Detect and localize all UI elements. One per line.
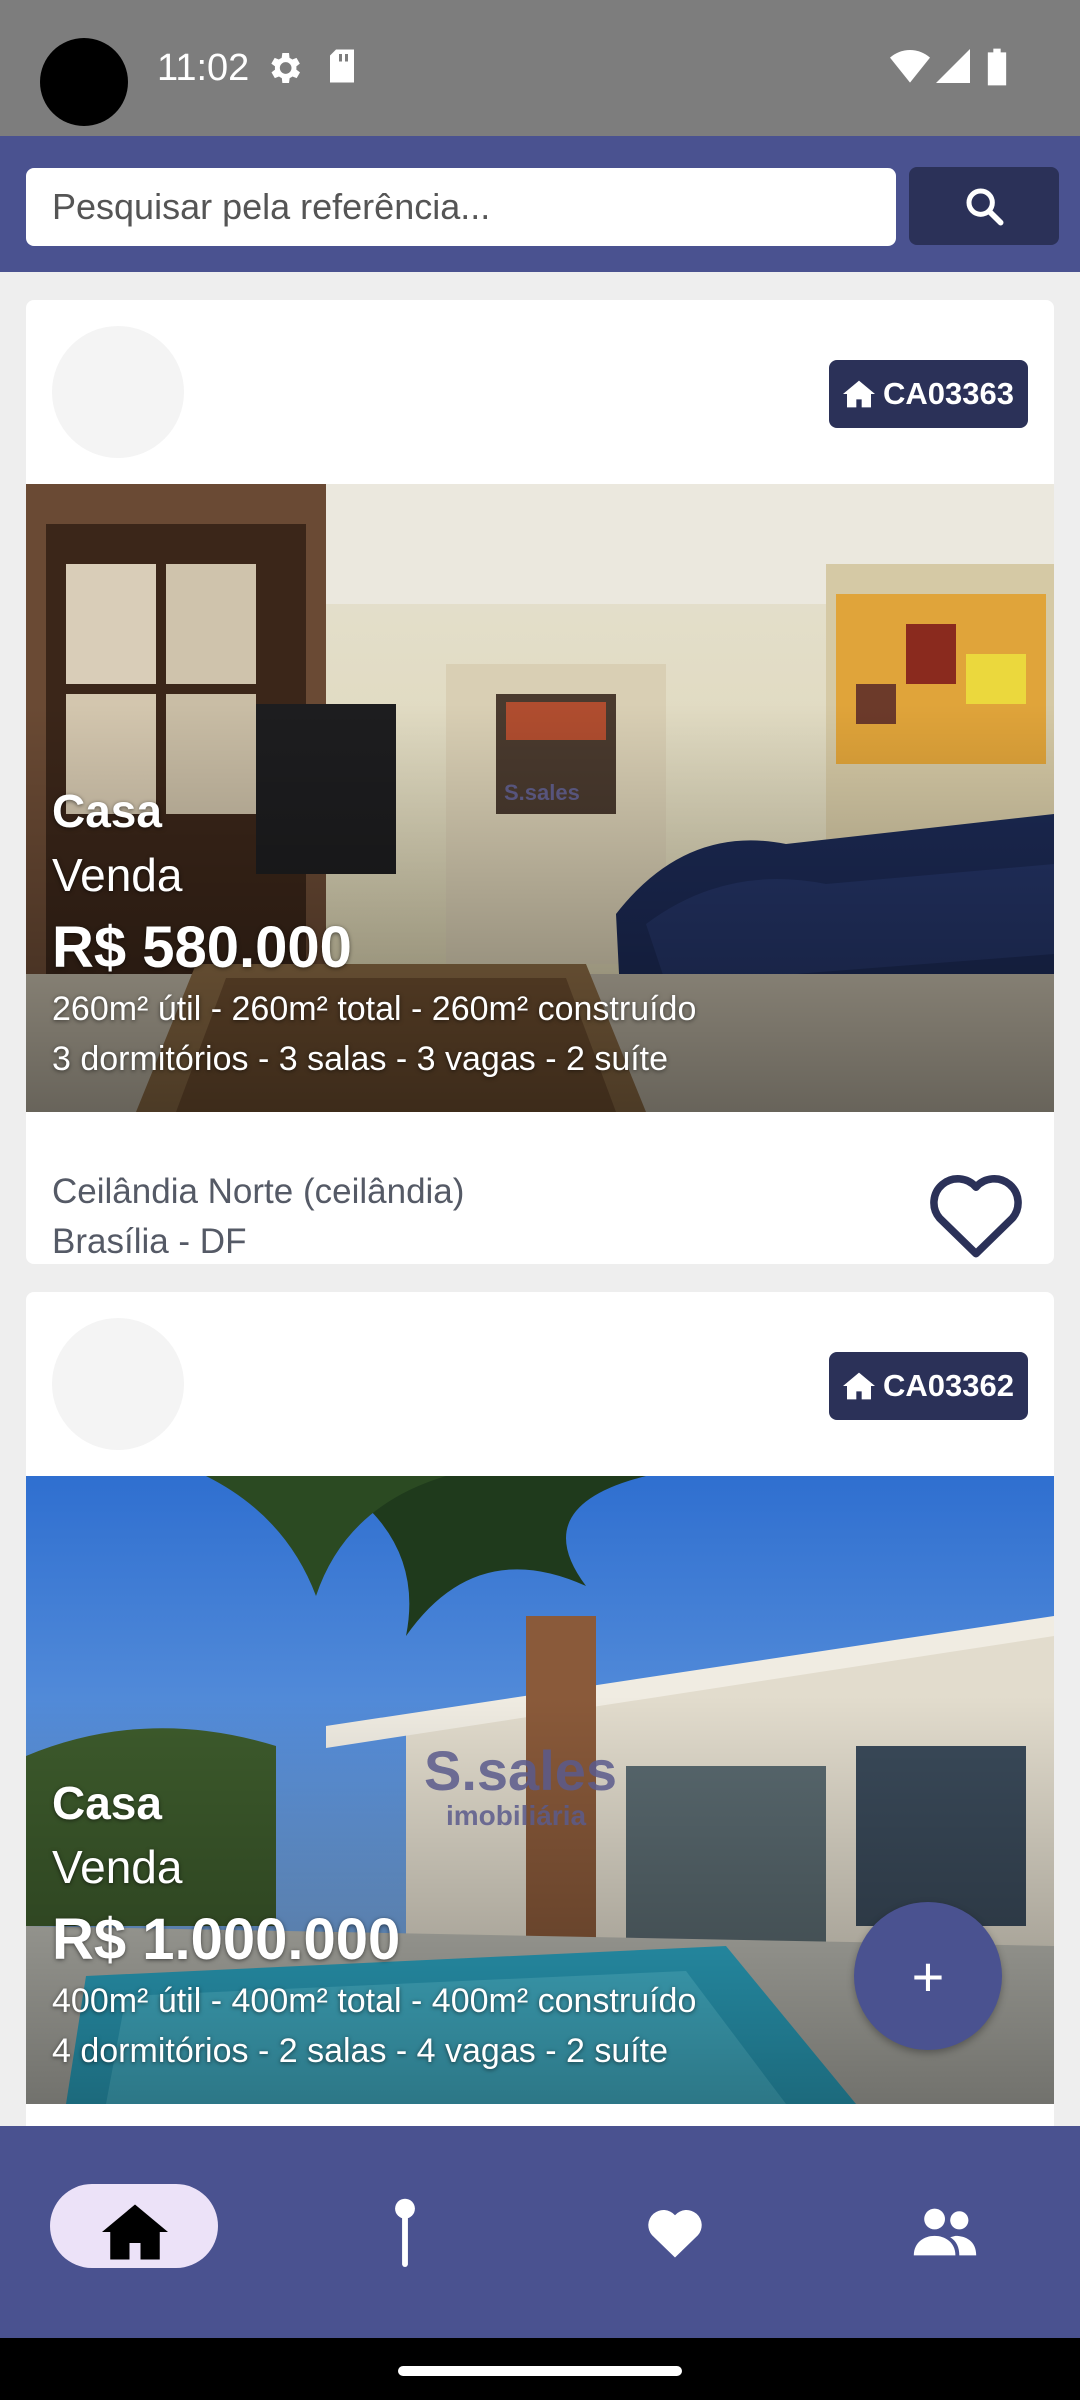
people-icon [913, 2208, 977, 2256]
property-type: Casa [52, 785, 162, 837]
price: R$ 1.000.000 [52, 1907, 401, 1972]
nav-item-favorites[interactable] [540, 2126, 810, 2338]
listing-photo[interactable]: S.sales Casa Venda R$ 580.000 260m² útil… [26, 484, 1054, 1112]
nav-item-map[interactable] [270, 2126, 540, 2338]
home-gesture-bar[interactable] [398, 2366, 682, 2376]
home-icon [843, 380, 876, 408]
wifi-icon [890, 50, 930, 83]
reference-badge: CA03363 [829, 360, 1028, 428]
search-icon [966, 188, 1004, 226]
signal-icon [936, 49, 970, 83]
photo-watermark: S.sales [504, 780, 580, 805]
area-info: 400m² útil - 400m² total - 400m² constru… [52, 1982, 697, 2020]
neighborhood: Ceilândia Norte (ceilândia) [52, 1172, 465, 1211]
deal-type: Venda [52, 1841, 183, 1893]
heart-icon [648, 2210, 702, 2258]
reference-badge: CA03362 [829, 1352, 1028, 1420]
deal-type: Venda [52, 849, 183, 901]
nav-item-home[interactable] [0, 2126, 270, 2338]
price: R$ 580.000 [52, 915, 352, 980]
bottom-nav [0, 2126, 1080, 2338]
settings-icon [271, 53, 300, 83]
area-info: 260m² útil - 260m² total - 260m² constru… [52, 990, 697, 1028]
rooms-info: 3 dormitórios - 3 salas - 3 vagas - 2 su… [52, 1040, 669, 1078]
agency-avatar [52, 1318, 184, 1450]
city: Brasília - DF [52, 1222, 247, 1261]
agency-avatar [52, 326, 184, 458]
reference-code: CA03363 [883, 376, 1014, 411]
camera-cutout [40, 38, 128, 126]
home-icon [843, 1372, 876, 1400]
rooms-info: 4 dormitórios - 2 salas - 4 vagas - 2 su… [52, 2032, 669, 2070]
search-button[interactable] [909, 167, 1059, 245]
status-time: 11:02 [157, 47, 250, 89]
add-fab-button[interactable]: + [854, 1902, 1002, 2050]
photo-watermark: S.sales [424, 1739, 618, 1802]
favorite-heart-icon[interactable] [924, 1168, 1028, 1260]
photo-watermark-sub: imobiliária [446, 1800, 587, 1831]
listing-card[interactable]: CA03363 S.sales Casa Venda R$ 580.000 26… [26, 300, 1054, 1264]
nav-item-people[interactable] [810, 2126, 1080, 2338]
search-input[interactable] [26, 168, 896, 246]
battery-icon [987, 48, 1007, 86]
listing-feed[interactable]: CA03363 S.sales Casa Venda R$ 580.000 26… [0, 272, 1080, 2126]
sd-card-icon [330, 49, 354, 83]
map-pin-icon [395, 2198, 415, 2267]
home-icon [102, 2204, 168, 2260]
status-bar: 11:02 [0, 0, 1080, 136]
reference-code: CA03362 [883, 1368, 1014, 1403]
property-type: Casa [52, 1777, 162, 1829]
search-bar [0, 136, 1080, 272]
